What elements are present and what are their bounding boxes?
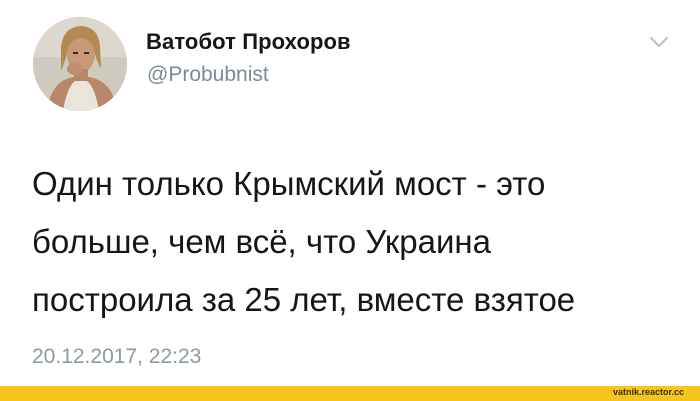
user-handle[interactable]: @Probubnist	[147, 63, 269, 87]
tweet-text-line: больше, чем всё, что Украина	[32, 223, 491, 260]
avatar[interactable]	[33, 17, 127, 111]
tweet-text: Один только Крымский мост - это больше, …	[32, 155, 682, 329]
tweet-text-line: построила за 25 лет, вместе взятое	[32, 281, 576, 318]
tweet-timestamp[interactable]: 20.12.2017, 22:23	[32, 345, 201, 369]
tweet-text-line: Один только Крымский мост - это	[32, 165, 546, 202]
chevron-down-icon[interactable]	[648, 34, 670, 50]
display-name[interactable]: Ватобот Прохоров	[146, 29, 351, 55]
tweet-card: Ватобот Прохоров @Probubnist Один только…	[0, 0, 700, 386]
watermark-bar: vatnik.reactor.cc	[0, 386, 700, 401]
avatar-photo-icon	[33, 17, 127, 111]
watermark-text: vatnik.reactor.cc	[612, 387, 684, 397]
